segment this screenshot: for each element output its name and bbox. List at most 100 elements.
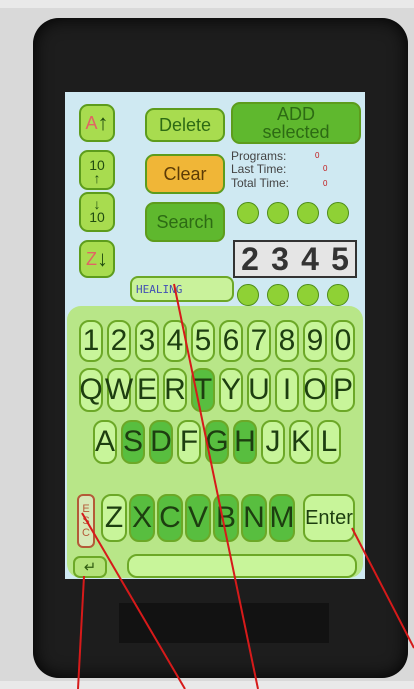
mode-display: HEALING [130, 276, 234, 302]
key-a[interactable]: A [93, 420, 117, 464]
delete-button-label: Delete [158, 114, 212, 135]
key-0[interactable]: 0 [331, 320, 355, 362]
key-n[interactable]: N [241, 494, 267, 542]
key-label: H [234, 425, 256, 458]
key-1[interactable]: 1 [79, 320, 103, 362]
key-8[interactable]: 8 [275, 320, 299, 362]
key-label: 0 [334, 324, 352, 357]
selector-circle-top-4[interactable] [327, 202, 349, 224]
digit-4: 5 [331, 240, 349, 277]
key-z[interactable]: Z [101, 494, 127, 542]
key-label: E [137, 373, 158, 406]
mode-text: HEALING [136, 282, 183, 296]
up-letter: A [85, 112, 98, 133]
scroll-up-button[interactable]: A ↑ [79, 104, 115, 142]
up-small-arrow-icon: ↑ [93, 170, 101, 186]
key-b[interactable]: B [213, 494, 239, 542]
add-selected-button[interactable]: ADD selected [231, 102, 361, 144]
clear-button-label: Clear [163, 163, 207, 184]
digit-3: 4 [301, 240, 319, 277]
key-label: N [243, 501, 265, 534]
digit-2: 3 [271, 240, 289, 277]
last-time-label: Last Time: [231, 162, 287, 176]
number-display: 2 3 4 5 [233, 240, 357, 278]
add-label-line1: ADD [276, 104, 315, 124]
selector-circle-top-2[interactable] [267, 202, 289, 224]
selector-circle-bottom-1[interactable] [237, 284, 259, 306]
key-w[interactable]: W [105, 368, 133, 412]
key-e[interactable]: E [135, 368, 159, 412]
enter-label: Enter [305, 506, 353, 529]
selector-circle-bottom-3[interactable] [297, 284, 319, 306]
key-t[interactable]: T [191, 368, 215, 412]
device-background: A ↑ 10 ↑ ↓ 10 Z ↓ Delete ADD selected Cl… [0, 8, 414, 689]
clear-button[interactable]: Clear [145, 154, 225, 194]
increment-ten-up-button[interactable]: 10 ↑ [79, 150, 115, 190]
key-r[interactable]: R [163, 368, 187, 412]
key-label: 2 [110, 324, 128, 357]
esc-letter-e: E [82, 503, 90, 515]
key-3[interactable]: 3 [135, 320, 159, 362]
key-5[interactable]: 5 [191, 320, 215, 362]
key-p[interactable]: P [331, 368, 355, 412]
key-label: S [123, 425, 144, 458]
key-q[interactable]: Q [79, 368, 103, 412]
key-i[interactable]: I [275, 368, 299, 412]
key-m[interactable]: M [269, 494, 295, 542]
key-l[interactable]: L [317, 420, 341, 464]
key-label: Q [79, 373, 103, 406]
selector-circle-top-3[interactable] [297, 202, 319, 224]
key-label: V [187, 501, 208, 534]
key-y[interactable]: Y [219, 368, 243, 412]
key-s[interactable]: S [121, 420, 145, 464]
key-label: L [320, 425, 338, 458]
key-f[interactable]: F [177, 420, 201, 464]
key-4[interactable]: 4 [163, 320, 187, 362]
key-label: A [95, 425, 116, 458]
key-label: 9 [306, 324, 324, 357]
selector-circle-bottom-2[interactable] [267, 284, 289, 306]
key-v[interactable]: V [185, 494, 211, 542]
key-h[interactable]: H [233, 420, 257, 464]
key-label: R [164, 373, 186, 406]
key-g[interactable]: G [205, 420, 229, 464]
key-label: Y [221, 373, 242, 406]
key-k[interactable]: K [289, 420, 313, 464]
search-button[interactable]: Search [145, 202, 225, 242]
key-label: G [205, 425, 229, 458]
keyboard-panel: 1 2 3 4 5 6 7 8 9 0 Q W E R T Y U I O P … [67, 306, 363, 578]
key-label: C [159, 501, 181, 534]
escape-button[interactable]: E S C [77, 494, 95, 548]
key-o[interactable]: O [303, 368, 327, 412]
key-label: 1 [82, 324, 100, 357]
scroll-down-button[interactable]: Z ↓ [79, 240, 115, 278]
key-j[interactable]: J [261, 420, 285, 464]
key-label: 6 [222, 324, 240, 357]
enter-key[interactable]: Enter [303, 494, 355, 542]
input-bar[interactable] [127, 554, 357, 578]
key-7[interactable]: 7 [247, 320, 271, 362]
key-label: M [269, 501, 295, 534]
key-d[interactable]: D [149, 420, 173, 464]
key-label: X [131, 501, 152, 534]
increment-ten-down-button[interactable]: ↓ 10 [79, 192, 115, 232]
key-2[interactable]: 2 [107, 320, 131, 362]
selector-circle-top-1[interactable] [237, 202, 259, 224]
key-c[interactable]: C [157, 494, 183, 542]
esc-letter-c: C [82, 527, 90, 539]
total-time-label: Total Time: [231, 176, 290, 190]
delete-button[interactable]: Delete [145, 108, 225, 142]
return-button[interactable]: ↵ [73, 556, 107, 578]
key-label: 5 [194, 324, 212, 357]
key-label: Z [104, 501, 124, 534]
key-label: O [303, 373, 327, 406]
key-label: I [282, 373, 292, 406]
key-9[interactable]: 9 [303, 320, 327, 362]
bottom-value: 10 [89, 209, 105, 225]
key-6[interactable]: 6 [219, 320, 243, 362]
key-label: 4 [166, 324, 184, 357]
digit-1: 2 [241, 240, 259, 277]
selector-circle-bottom-4[interactable] [327, 284, 349, 306]
key-x[interactable]: X [129, 494, 155, 542]
key-u[interactable]: U [247, 368, 271, 412]
